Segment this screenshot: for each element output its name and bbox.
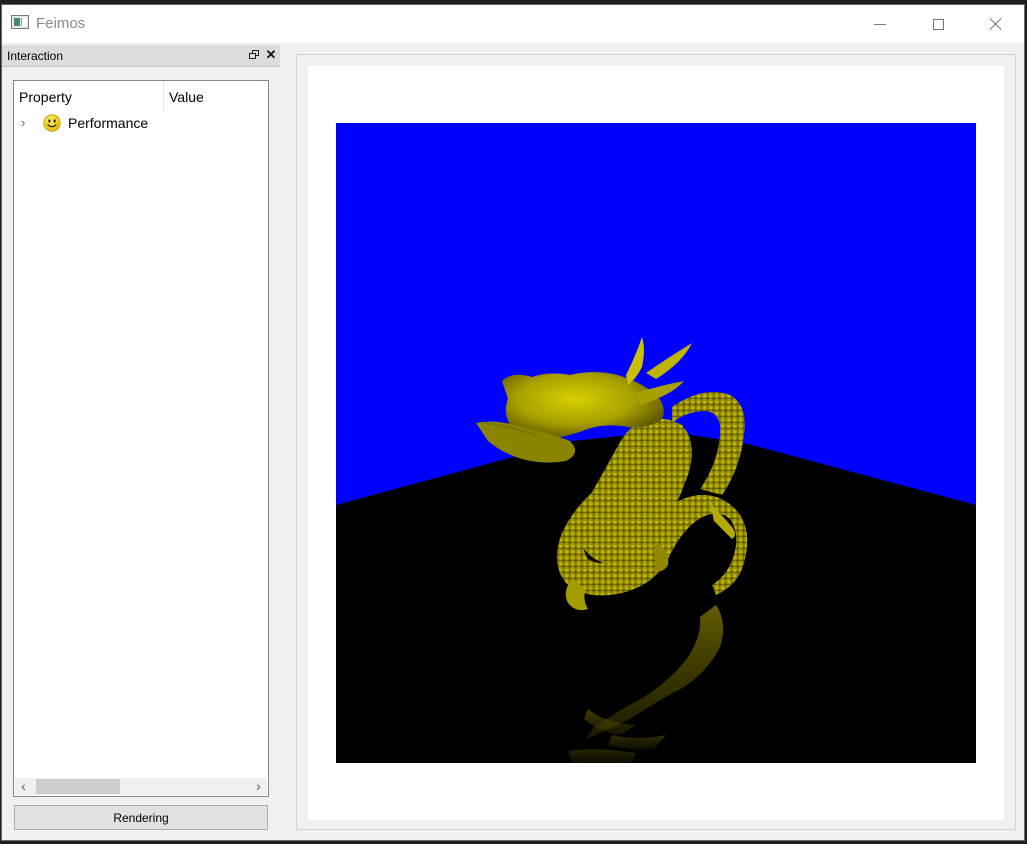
main-window: Feimos Interaction ✕ Property Value › Pe… (1, 4, 1025, 841)
close-button[interactable] (973, 5, 1019, 43)
dock-title: Interaction (7, 49, 64, 63)
minimize-button[interactable] (857, 5, 903, 43)
close-icon (989, 17, 1003, 31)
scroll-right-icon[interactable]: › (250, 778, 267, 795)
property-tree[interactable]: Property Value › Performance ‹ › (13, 80, 269, 797)
chevron-right-icon[interactable]: › (21, 116, 31, 130)
dock-title-bar[interactable]: Interaction ✕ (2, 45, 280, 67)
minimize-icon (874, 23, 886, 25)
title-bar[interactable]: Feimos (2, 5, 1024, 43)
render-canvas[interactable] (336, 123, 976, 763)
column-header-value[interactable]: Value (169, 89, 204, 105)
dock-float-button[interactable] (249, 50, 260, 61)
window-title: Feimos (36, 15, 86, 32)
dock-close-button[interactable]: ✕ (264, 48, 278, 62)
scrollbar-thumb[interactable] (36, 779, 120, 794)
tree-row-label: Performance (68, 115, 149, 131)
column-divider[interactable] (163, 81, 164, 111)
smiley-icon (43, 114, 61, 132)
horizontal-scrollbar[interactable]: ‹ › (15, 778, 267, 795)
app-icon (11, 15, 29, 29)
column-header-property[interactable]: Property (19, 89, 72, 105)
scroll-left-icon[interactable]: ‹ (15, 778, 32, 795)
tree-header: Property Value (14, 81, 268, 111)
tree-row-performance[interactable]: › Performance (14, 113, 268, 133)
rendering-button[interactable]: Rendering (14, 805, 268, 830)
maximize-icon (932, 18, 944, 30)
maximize-button[interactable] (915, 5, 961, 43)
